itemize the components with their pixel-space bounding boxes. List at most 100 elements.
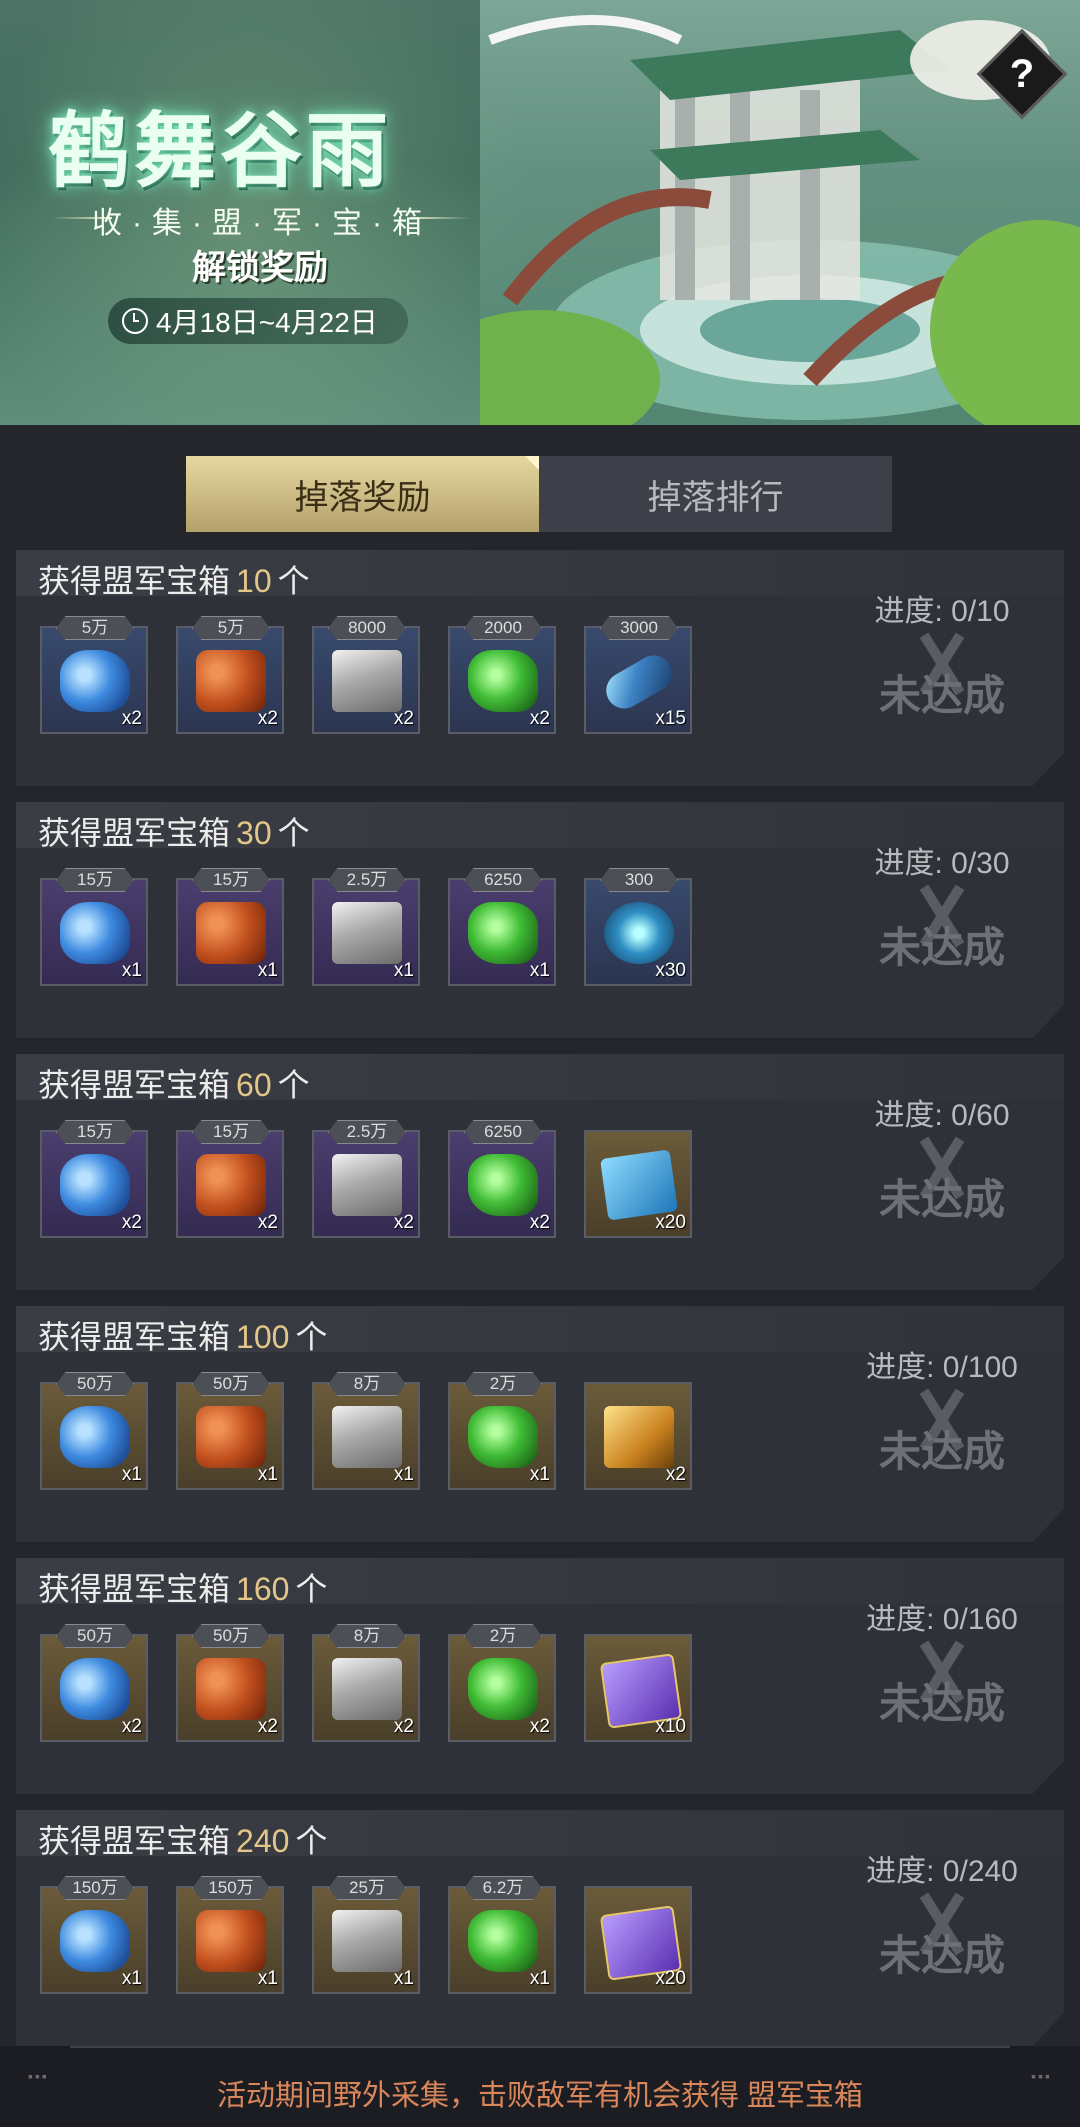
tier-status: 未达成 (812, 634, 1064, 724)
reward-amount-tag: 50万 (192, 1372, 270, 1396)
reward-tier-card: 获得盟军宝箱 160 个 50万 x2 50万 x2 8万 x2 2万 x2 x10 进度: 0/160… (16, 1558, 1064, 1794)
tier-status: 未达成 (812, 886, 1064, 976)
tier-title-prefix: 获得盟军宝箱 (38, 815, 231, 851)
reward-item[interactable]: 6250 x2 (448, 1120, 556, 1238)
reward-quantity: x15 (655, 708, 686, 729)
reward-quantity: x20 (655, 1968, 686, 1989)
reward-item[interactable]: 50万 x1 (40, 1372, 148, 1490)
tier-status: 未达成 (812, 1642, 1064, 1732)
reward-amount-tag: 5万 (56, 616, 134, 640)
reward-item[interactable]: x2 (584, 1382, 692, 1490)
reward-item[interactable]: 15万 x2 (176, 1120, 284, 1238)
reward-item[interactable]: 8000 x2 (312, 616, 420, 734)
reward-item[interactable]: 2.5万 x2 (312, 1120, 420, 1238)
tier-title-prefix: 获得盟军宝箱 (38, 563, 231, 599)
reward-amount-tag: 50万 (56, 1372, 134, 1396)
tier-required-count: 160 (236, 1571, 290, 1607)
tier-required-count: 10 (236, 563, 272, 599)
gem-icon (468, 650, 538, 712)
reward-quantity: x1 (529, 960, 550, 981)
reward-item[interactable]: 25万 x1 (312, 1876, 420, 1994)
reward-quantity: x2 (121, 1716, 142, 1737)
oil-barrel-icon (196, 902, 266, 964)
reward-item[interactable]: 3000 x15 (584, 616, 692, 734)
reward-quantity: x20 (655, 1212, 686, 1233)
reward-item[interactable]: 50万 x2 (176, 1624, 284, 1742)
reward-item[interactable]: 15万 x1 (176, 868, 284, 986)
tier-progress: 进度: 0/160 (866, 1603, 1018, 1636)
reward-item[interactable]: 6250 x1 (448, 868, 556, 986)
reward-item[interactable]: 2.5万 x1 (312, 868, 420, 986)
reward-amount-tag: 8万 (328, 1624, 406, 1648)
reward-item[interactable]: 8万 x2 (312, 1624, 420, 1742)
reward-item[interactable]: x20 (584, 1130, 692, 1238)
reward-quantity: x2 (529, 1212, 550, 1233)
reward-item[interactable]: 50万 x1 (176, 1372, 284, 1490)
steel-icon (332, 1406, 402, 1468)
tier-reward-items: 15万 x2 15万 x2 2.5万 x2 6250 x2 x20 (40, 1120, 720, 1238)
tier-title: 获得盟军宝箱 10 个 (38, 556, 310, 602)
reward-item[interactable]: x20 (584, 1886, 692, 1994)
reward-item[interactable]: 300 x30 (584, 868, 692, 986)
reward-quantity: x1 (529, 1968, 550, 1989)
tier-status-label: 未达成 (878, 1932, 1005, 1979)
reward-amount-tag: 2万 (464, 1372, 542, 1396)
reward-amount-tag: 6250 (464, 868, 542, 892)
reward-amount-tag: 5万 (192, 616, 270, 640)
reward-amount-tag: 15万 (56, 868, 134, 892)
tier-title-prefix: 获得盟军宝箱 (38, 1571, 231, 1607)
reward-quantity: x1 (257, 1464, 278, 1485)
tier-title-suffix: 个 (277, 563, 310, 599)
reward-amount-tag: 50万 (192, 1624, 270, 1648)
reward-tabs: 掉落奖励 掉落排行 (186, 456, 892, 532)
tab-drop-ranking[interactable]: 掉落排行 (539, 456, 892, 532)
reward-item[interactable]: 8万 x1 (312, 1372, 420, 1490)
reward-item[interactable]: 5万 x2 (40, 616, 148, 734)
tier-title-suffix: 个 (295, 1571, 328, 1607)
tier-title-prefix: 获得盟军宝箱 (38, 1823, 231, 1859)
reward-quantity: x2 (529, 1716, 550, 1737)
reward-item[interactable]: 150万 x1 (176, 1876, 284, 1994)
reward-item[interactable]: x10 (584, 1634, 692, 1742)
crystal-icon (60, 1406, 130, 1468)
reward-quantity: x1 (529, 1464, 550, 1485)
reward-tier-card: 获得盟军宝箱 100 个 50万 x1 50万 x1 8万 x1 2万 x1 x2 进度: 0/100 未… (16, 1306, 1064, 1542)
reward-amount-tag: 50万 (56, 1624, 134, 1648)
reward-quantity: x1 (121, 1968, 142, 1989)
footer-hint: 活动期间野外采集，击败敌军有机会获得 盟军宝箱 (216, 2080, 864, 2112)
reward-quantity: x1 (257, 960, 278, 981)
reward-item[interactable]: 2万 x2 (448, 1624, 556, 1742)
reward-item[interactable]: 2万 x1 (448, 1372, 556, 1490)
reward-quantity: x1 (393, 1464, 414, 1485)
tab-drop-rewards[interactable]: 掉落奖励 (186, 456, 539, 532)
tier-title: 获得盟军宝箱 30 个 (38, 808, 310, 854)
reward-quantity: x2 (121, 1212, 142, 1233)
tier-progress: 进度: 0/30 (874, 847, 1010, 880)
reward-amount-tag: 25万 (328, 1876, 406, 1900)
unlock-rewards-label: 解锁奖励 (192, 249, 328, 287)
event-date-pill: 4月18日~4月22日 (108, 298, 408, 344)
reward-item[interactable]: 5万 x2 (176, 616, 284, 734)
reward-amount-tag: 150万 (192, 1876, 270, 1900)
steel-icon (332, 1658, 402, 1720)
crystal-icon (60, 1910, 130, 1972)
tier-required-count: 60 (236, 1067, 272, 1103)
tier-progress: 进度: 0/60 (874, 1099, 1010, 1132)
footer-divider (70, 2046, 1010, 2072)
reward-item[interactable]: 6.2万 x1 (448, 1876, 556, 1994)
reward-quantity: x2 (257, 708, 278, 729)
crystal-icon (60, 902, 130, 964)
reward-amount-tag: 6250 (464, 1120, 542, 1144)
reward-item[interactable]: 150万 x1 (40, 1876, 148, 1994)
reward-item[interactable]: 50万 x2 (40, 1624, 148, 1742)
reward-item[interactable]: 2000 x2 (448, 616, 556, 734)
device-icon (604, 902, 674, 964)
reward-item[interactable]: 15万 x1 (40, 868, 148, 986)
oil-barrel-icon (196, 1154, 266, 1216)
question-mark-icon: ? (1009, 52, 1035, 96)
tier-required-count: 100 (236, 1319, 290, 1355)
tier-required-count: 30 (236, 815, 272, 851)
reward-amount-tag: 3000 (600, 616, 678, 640)
reward-item[interactable]: 15万 x2 (40, 1120, 148, 1238)
tier-title-suffix: 个 (295, 1319, 328, 1355)
